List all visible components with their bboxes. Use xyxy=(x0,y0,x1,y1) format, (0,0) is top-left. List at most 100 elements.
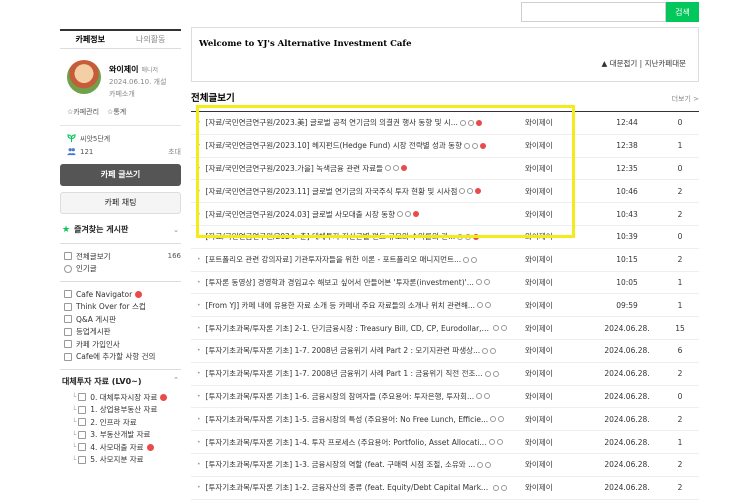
menu-item-levelup[interactable]: 등업게시판 xyxy=(60,326,181,339)
post-title[interactable]: [자료/국민연금연구원/2023.美] 글로벌 공적 연기금의 의결권 행사 동… xyxy=(206,117,458,128)
popular-icon xyxy=(64,264,72,273)
post-date: 2024.06.28. xyxy=(604,346,650,356)
menu-item-qna[interactable]: Q&A 게시판 xyxy=(60,313,181,326)
bullet-icon: • xyxy=(197,278,201,286)
cafe-manage-link[interactable]: ☆카페관리 xyxy=(67,107,99,117)
table-row[interactable]: • [투자기초과목/투자론 기초] 2-1. 단기금융시장 : Treasury … xyxy=(191,317,699,340)
post-author[interactable]: 와이제이 xyxy=(511,459,593,470)
cafe-chat-button[interactable]: 카페 채팅 xyxy=(60,192,181,214)
menu-item-greetings[interactable]: 카페 가입인사 xyxy=(60,338,181,351)
post-title[interactable]: [자료/국민연금연구원/2024.03] 글로벌 사모대출 시장 동향 xyxy=(206,209,395,220)
post-title[interactable]: [From YJ] 카페 내에 유용한 자료 소개 등 카페내 주요 자료들의 … xyxy=(206,300,475,311)
table-row[interactable]: • [자료/국민연금연구원/2023.가을] 녹색금융 관련 자료들 와이제이 12:… xyxy=(191,158,699,181)
board-icon xyxy=(64,315,72,324)
more-link[interactable]: 더보기 > xyxy=(672,94,699,104)
chevron-up-icon[interactable]: ⌃ xyxy=(173,376,179,387)
stats-link[interactable]: ☆통계 xyxy=(107,107,126,117)
table-row[interactable]: • [투자기초과목/투자론 기초] 1-6. 금융시장의 참여자들 (주요용어: … xyxy=(191,386,699,409)
table-row[interactable]: • [자료/국민연금연구원/2023.美] 글로벌 공적 연기금의 의결권 행사 … xyxy=(191,112,699,135)
post-title[interactable]: [투자기초과목/투자론 기초] 1-3. 금융시장의 역할 (feat. 구매력… xyxy=(206,459,476,470)
post-author[interactable]: 와이제이 xyxy=(511,414,593,425)
table-row[interactable]: • [From YJ] 카페 내에 유용한 자료 소개 등 카페내 주요 자료들의… xyxy=(191,294,699,318)
post-title[interactable]: [자료/국민연금연구원/2023.11] 글로벌 연기금의 자국주식 투자 현황… xyxy=(206,186,458,197)
menu-item-popular[interactable]: 인기글 xyxy=(60,263,181,276)
post-author[interactable]: 와이제이 xyxy=(511,231,593,242)
banner-links[interactable]: ▲ 대문접기 | 지난카페대문 xyxy=(602,58,686,69)
level-label[interactable]: 씨앗5단계 xyxy=(80,134,110,144)
post-author[interactable]: 와이제이 xyxy=(511,368,593,379)
post-views: 2 xyxy=(677,369,683,379)
table-row[interactable]: • [투자기초과목/투자론 기초] 1-7. 2008년 금융위기 사례 Part… xyxy=(191,340,699,363)
post-author[interactable]: 와이제이 xyxy=(511,254,593,265)
table-row[interactable]: • [투자기초과목/투자론 기초] 1-3. 금융시장의 역할 (feat. 구매… xyxy=(191,454,699,477)
post-author[interactable]: 와이제이 xyxy=(511,140,593,151)
board-title[interactable]: 전체글보기 xyxy=(191,90,235,104)
category-item-3[interactable]: └ 3. 부동산개발 자료 xyxy=(60,429,181,442)
table-row[interactable]: • [자료/국민연금연구원/2023.10] 헤지펀드(Hedge Fund) 시… xyxy=(191,135,699,158)
post-date: 10:05 xyxy=(616,277,638,287)
post-author[interactable]: 와이제이 xyxy=(511,323,593,334)
table-row[interactable]: • [투자기초과목/투자론 기초] 1-2. 금융자산의 종류 (feat. Eq… xyxy=(191,477,699,500)
menu-item-suggestions[interactable]: Cafe에 추가할 사항 건의 xyxy=(60,351,181,364)
cafe-intro-link[interactable]: 카페소개 xyxy=(109,90,166,99)
table-row[interactable]: • [자료/국민연금연구원/2024.03] 글로벌 사모대출 시장 동향 와이제이… xyxy=(191,203,699,226)
menu-item-think-over[interactable]: Think Over for 스컵 xyxy=(60,301,181,314)
post-title[interactable]: [자료/국민연금연구원/2023.가을] 녹색금융 관련 자료들 xyxy=(206,163,384,174)
table-row[interactable]: • [투자론 동영상] 경영학과 경임교수 해보고 싶어서 만들어본 '투자론(i… xyxy=(191,272,699,295)
post-author[interactable]: 와이제이 xyxy=(511,437,593,448)
menu-item-cafe-navigator[interactable]: Cafe Navigator xyxy=(60,288,181,301)
category-item-0[interactable]: └ 0. 대체투자시장 자료 xyxy=(60,391,181,404)
search-input[interactable] xyxy=(521,2,666,22)
table-row[interactable]: • [투자기초과목/투자론 기초] 1-7. 2008년 금융위기 사례 Part… xyxy=(191,363,699,386)
table-row[interactable]: • [포트폴리오 관련 강의자료] 기관투자자들을 위한 이론 - 포트폴리오 매… xyxy=(191,249,699,272)
post-title[interactable]: [투자기초과목/투자론 기초] 1-4. 투자 프로세스 (주요용어: Port… xyxy=(206,437,487,448)
menu-item-all-posts[interactable]: 전체글보기 166 xyxy=(60,250,181,263)
member-count[interactable]: 121 xyxy=(80,148,93,156)
post-title[interactable]: [투자기초과목/투자론 기초] 1-7. 2008년 금융위기 사례 Part … xyxy=(206,368,483,379)
chevron-down-icon[interactable]: ⌄ xyxy=(173,226,179,234)
table-row[interactable]: • [투자기초과목/투자론 기초] 1-4. 투자 프로세스 (주요용어: Por… xyxy=(191,431,699,454)
post-title[interactable]: [투자기초과목/투자론 기초] 1-2. 금융자산의 종류 (feat. Equ… xyxy=(206,482,491,493)
favorites-header[interactable]: ★ 즐겨찾는 게시판 ⌄ xyxy=(60,224,181,235)
post-title[interactable]: [투자기초과목/투자론 기초] 1-5. 금융시장의 특성 (주요용어: No … xyxy=(206,414,489,425)
post-title[interactable]: [투자론 동영상] 경영학과 경임교수 해보고 싶어서 만들어본 '투자론(in… xyxy=(206,277,474,288)
search-button[interactable]: 검색 xyxy=(666,2,699,22)
category-item-2[interactable]: └ 2. 인프라 자료 xyxy=(60,416,181,429)
post-author[interactable]: 와이제이 xyxy=(511,391,593,402)
post-author[interactable]: 와이제이 xyxy=(511,163,593,174)
invite-link[interactable]: 초대 xyxy=(168,147,181,157)
admin-links: ☆카페관리 ☆통계 xyxy=(60,107,181,117)
attachment-icon xyxy=(496,439,503,446)
table-row[interactable]: • [자료/국민연금연구원/2023.11] 글로벌 연기금의 자국주식 투자 현… xyxy=(191,180,699,204)
table-row[interactable]: • [투자기초과목/투자론 기초] 1-5. 금융시장의 특성 (주요용어: No… xyxy=(191,408,699,432)
category-item-4[interactable]: └ 4. 사모대출 자료 xyxy=(60,441,181,454)
post-author[interactable]: 와이제이 xyxy=(511,482,593,493)
avatar[interactable] xyxy=(67,60,101,94)
post-title[interactable]: [투자기초과목/투자론 기초] 1-7. 2008년 금융위기 사례 Part … xyxy=(206,345,481,356)
post-author[interactable]: 와이제이 xyxy=(511,117,593,128)
post-title[interactable]: [투자기초과목/투자론 기초] 2-1. 단기금융시장 : Treasury B… xyxy=(206,323,491,334)
post-author[interactable]: 와이제이 xyxy=(511,209,593,220)
category-item-1[interactable]: └ 1. 상업용부동산 자료 xyxy=(60,404,181,417)
category-item-5[interactable]: └ 5. 사모지분 자료 xyxy=(60,454,181,467)
post-author[interactable]: 와이제이 xyxy=(511,186,593,197)
category-header[interactable]: 대체투자 자료 (LV0~) ⌃ xyxy=(60,369,181,391)
cafe-manager-name[interactable]: 와이제이 xyxy=(109,65,138,74)
post-title[interactable]: [자료/국민연금연구원/2023.10] 헤지펀드(Hedge Fund) 시장… xyxy=(206,140,462,151)
post-author[interactable]: 와이제이 xyxy=(511,277,593,288)
post-title[interactable]: [포트폴리오 관련 강의자료] 기관투자자들을 위한 이론 - 포트폴리오 매니… xyxy=(206,254,462,265)
write-post-button[interactable]: 카페 글쓰기 xyxy=(60,164,181,186)
post-title[interactable]: [투자기초과목/투자론 기초] 1-6. 금융시장의 참여자들 (주요용어: 투… xyxy=(206,391,475,402)
post-date: 09:59 xyxy=(616,300,638,310)
post-author[interactable]: 와이제이 xyxy=(511,300,593,311)
post-title[interactable]: [자료/국민연금연구원/2024.-춘] 대체투자 자산군별 펀드 규모와 수익… xyxy=(206,231,456,242)
table-row[interactable]: • [자료/국민연금연구원/2024.-춘] 대체투자 자산군별 펀드 규모와 수… xyxy=(191,226,699,249)
tab-my-activity[interactable]: 나의활동 xyxy=(121,31,182,48)
post-author[interactable]: 와이제이 xyxy=(511,345,593,356)
tab-cafe-info[interactable]: 카페정보 xyxy=(60,31,121,48)
post-date: 10:46 xyxy=(616,186,638,196)
post-date: 12:38 xyxy=(616,141,638,151)
bullet-icon: • xyxy=(197,301,201,309)
new-badge-icon xyxy=(160,393,168,401)
sidebar: 카페정보 나의활동 와이제이 매니저 2024.06.10. 개설 카페소개 ☆카… xyxy=(60,29,181,466)
